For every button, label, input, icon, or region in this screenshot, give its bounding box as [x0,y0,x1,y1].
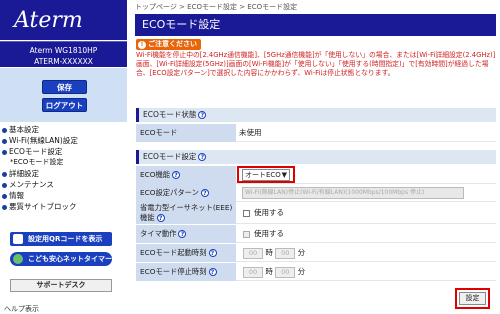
highlight-eco-function [237,166,295,183]
menu-item-wifi[interactable]: Wi-Fi(無線LAN)設定 [2,135,127,146]
stop-minute-input[interactable]: 00 [275,266,296,278]
help-icon[interactable]: ? [198,153,207,161]
side-menu: 基本設定 Wi-Fi(無線LAN)設定 ECOモード設定 *ECOモード設定 詳… [2,124,127,212]
menu-item-maintenance[interactable]: メンテナンス [2,179,127,190]
model-info: Aterm WG1810HP ATERM-XXXXXX [0,41,127,67]
bullet-icon [2,149,7,155]
warning-icon: ! [138,41,146,49]
help-icon[interactable]: ? [200,189,209,197]
save-button[interactable]: 保存 [42,80,87,94]
eco-status-value: 未使用 [239,128,262,137]
bullet-icon [2,127,7,133]
device-id: ATERM-XXXXXX [34,57,93,66]
help-icon[interactable]: ? [208,249,217,257]
bullet-icon [2,182,7,188]
side-action-panel: 保存 ログアウト [0,68,127,122]
eco-function-label: ECO機能? [136,166,236,184]
help-icon[interactable]: ? [156,214,165,222]
notice-heading: ! ご注意ください [136,39,201,50]
status-section-heading: ECOモード状態? [136,108,496,122]
eee-row: 省電力型イーサネット(EEE)機能? 使用する [136,202,496,224]
start-minute-input[interactable]: 00 [275,247,296,259]
stop-hour-input[interactable]: 00 [243,266,263,278]
timer-label: タイマ動作? [136,225,236,243]
eee-checkbox[interactable] [243,209,250,217]
settings-section-heading: ECOモード設定? [136,150,496,164]
sidebar: Aterm Aterm WG1810HP ATERM-XXXXXX 保存 ログア… [0,0,127,313]
eco-function-row: ECO機能? オートECO ▼ [136,166,496,184]
minute-unit: 分 [297,267,306,276]
timer-checkbox[interactable] [243,230,250,238]
menu-item-detail[interactable]: 詳細設定 [2,168,127,179]
hour-unit: 時 [265,248,273,257]
menu-item-site-block[interactable]: 悪質サイトブロック [2,201,127,212]
menu-item-basic[interactable]: 基本設定 [2,124,127,135]
notice-text: Wi-Fi機能を停止中の[2.4GHz通信機能]、[5GHz通信機能]が「使用し… [136,51,496,77]
bullet-icon [2,193,7,199]
hour-unit: 時 [265,267,273,276]
qr-code-button[interactable]: 設定用QRコードを表示 [10,232,112,246]
menu-item-eco-setting[interactable]: *ECOモード設定 [2,157,127,168]
kids-icon [13,254,23,264]
eee-check-label: 使用する [254,208,284,217]
eee-label: 省電力型イーサネット(EEE)機能? [136,202,236,224]
stop-time-row: ECOモード停止時刻? 00 時 00 分 [136,263,496,281]
start-hour-input[interactable]: 00 [243,247,263,259]
kids-timer-button[interactable]: こども安心ネットタイマー [10,252,112,266]
help-icon[interactable]: ? [172,171,181,179]
menu-item-info[interactable]: 情報 [2,190,127,201]
start-time-label: ECOモード起動時刻? [136,244,236,262]
model-name: Aterm WG1810HP [29,46,98,55]
help-icon[interactable]: ? [178,230,187,238]
menu-item-eco[interactable]: ECOモード設定 [2,146,127,157]
timer-check-label: 使用する [254,229,284,238]
breadcrumb: トップページ > ECOモード設定 > ECOモード設定 [135,3,298,11]
start-time-row: ECOモード起動時刻? 00 時 00 分 [136,244,496,262]
help-icon[interactable]: ? [208,268,217,276]
help-icon[interactable]: ? [198,111,207,119]
eco-status-label: ECOモード [136,124,236,142]
logout-button[interactable]: ログアウト [42,98,87,112]
eco-pattern-select[interactable]: Wi-Fi(無線LAN)停止(Wi-Fi/有線LAN)(1000Mbps/100… [242,187,464,199]
page-title: ECOモード設定 [135,14,496,36]
bullet-icon [2,171,7,177]
eco-status-row: ECOモード 未使用 [136,124,496,142]
bullet-icon [2,204,7,210]
eco-pattern-label: ECO設定パターン? [136,184,236,202]
bullet-icon [2,138,7,144]
minute-unit: 分 [297,248,306,257]
eco-pattern-row: ECO設定パターン? Wi-Fi(無線LAN)停止(Wi-Fi/有線LAN)(1… [136,184,496,202]
brand-logo: Aterm [0,0,127,40]
qr-code-icon [13,234,23,244]
notice-box: ! ご注意ください Wi-Fi機能を停止中の[2.4GHz通信機能]、[5GHz通… [136,39,496,78]
timer-row: タイマ動作? 使用する [136,225,496,243]
stop-time-label: ECOモード停止時刻? [136,263,236,281]
highlight-set-button [455,288,490,309]
support-desk-button[interactable]: サポートデスク [10,279,112,292]
